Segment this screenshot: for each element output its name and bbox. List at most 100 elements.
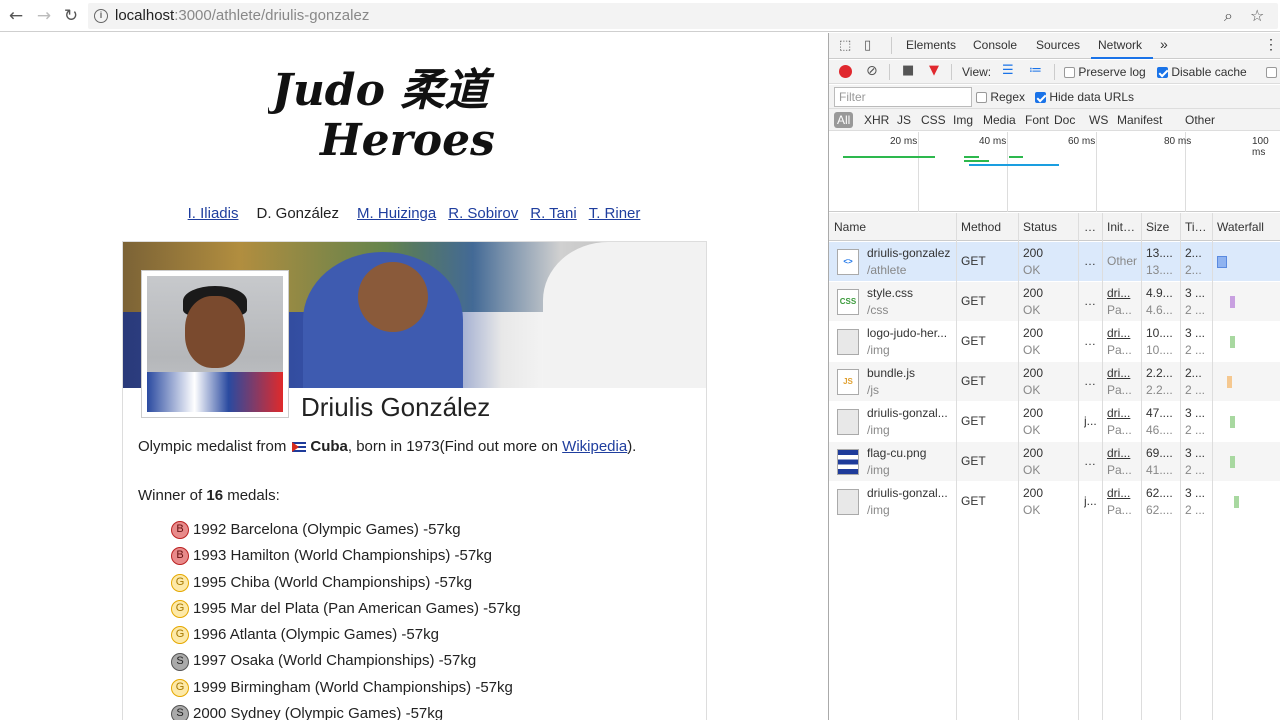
col-initiator[interactable]: Init… [1107,220,1135,234]
address-bar[interactable]: i localhost:3000/athlete/driulis-gonzale… [88,3,1278,29]
offline-toggle[interactable] [1266,65,1277,79]
tab-network[interactable]: Network [1098,38,1142,52]
large-rows-icon[interactable]: ☰ [1002,63,1014,78]
athlete-nav-link[interactable]: T. Riner [589,205,641,222]
overview-icon[interactable]: ≔ [1029,63,1042,78]
request-status: 200 [1023,286,1044,300]
reload-icon[interactable]: ↻ [61,6,81,26]
back-icon[interactable]: ← [6,6,26,26]
request-latency: 2 ... [1185,303,1206,317]
request-method: GET [961,414,986,428]
request-initiator[interactable]: dri... [1107,406,1139,420]
request-name: driulis-gonzal... [867,406,948,420]
request-method: GET [961,254,986,268]
medal-icon: G [171,678,189,697]
type-filter-xhr[interactable]: XHR [864,113,889,127]
col-method[interactable]: Method [961,220,1001,234]
svg-text:Heroes: Heroes [318,115,495,165]
inspect-element-icon[interactable]: ⬚ [839,38,851,53]
medal-icon: B [171,547,189,566]
request-time: 2... [1185,246,1202,260]
col-name[interactable]: Name [834,220,866,234]
request-status: 200 [1023,486,1044,500]
request-type: … [1084,454,1096,468]
bookmark-star-icon[interactable]: ☆ [1250,3,1264,29]
type-filter-img[interactable]: Img [953,113,973,127]
col-waterfall[interactable]: Waterfall [1217,220,1264,234]
zoom-icon[interactable]: ⌕ [1224,3,1233,29]
request-status: 200 [1023,246,1044,260]
athlete-nav-link[interactable]: R. Tani [530,205,576,222]
judo-heroes-logo: Judo 柔道 Heroes [268,65,495,165]
request-path: /athlete [867,263,907,277]
preserve-log-toggle[interactable]: Preserve log [1064,65,1146,79]
col-status[interactable]: Status [1023,220,1057,234]
request-status-text: OK [1023,343,1041,357]
tab-sources[interactable]: Sources [1036,38,1080,52]
request-initiator[interactable]: dri... [1107,486,1139,500]
request-status-text: OK [1023,423,1041,437]
medal-text: 1995 Chiba (World Championships) -57kg [193,573,473,591]
type-filter-css[interactable]: CSS [921,113,946,127]
type-filter-manifest[interactable]: Manifest [1117,113,1162,127]
request-type: … [1084,334,1096,348]
request-status-text: OK [1023,463,1041,477]
request-method: GET [961,334,986,348]
capture-screenshots-icon[interactable]: ■ [902,63,914,78]
site-info-icon[interactable]: i [94,9,108,23]
request-status-text: OK [1023,503,1041,517]
type-filter-all[interactable]: All [834,112,854,128]
hide-data-urls-toggle[interactable]: Hide data URLs [1035,90,1134,104]
filter-input[interactable]: Filter [834,87,972,107]
type-filter-js[interactable]: JS [897,113,911,127]
waterfall-bar [1230,336,1235,348]
request-path: /css [867,303,889,317]
type-filter-media[interactable]: Media [983,113,1016,127]
request-latency: 2... [1185,263,1202,277]
athlete-nav-link[interactable]: M. Huizinga [357,205,436,222]
medal-summary: Winner of 16 medals: [138,487,280,504]
disable-cache-toggle[interactable]: Disable cache [1157,65,1247,79]
clear-icon[interactable]: ⊘ [866,63,878,79]
request-initiator[interactable]: dri... [1107,446,1139,460]
wikipedia-link[interactable]: Wikipedia [562,438,627,455]
record-icon[interactable] [839,65,852,78]
request-path: /img [867,423,890,437]
request-latency: 2 ... [1185,463,1206,477]
filter-icon[interactable]: ▼ [929,63,939,78]
medal-text: 1993 Hamilton (World Championships) -57k… [193,547,493,565]
overview-tick: 60 ms [1068,136,1096,147]
request-initiator[interactable]: dri... [1107,286,1139,300]
athlete-nav-link: D. González [256,205,340,222]
athlete-nav-link[interactable]: R. Sobirov [448,205,518,222]
request-initiator[interactable]: dri... [1107,366,1139,380]
image-file-icon [837,489,859,515]
more-tabs-icon[interactable]: » [1160,36,1168,52]
devtools-menu-icon[interactable]: ⋮ [1264,36,1278,53]
athlete-nav-link[interactable]: I. Iliadis [188,205,239,222]
forward-icon[interactable]: → [34,6,54,26]
type-filter-font[interactable]: Font [1025,113,1049,127]
type-filter-ws[interactable]: WS [1089,113,1108,127]
type-filter-other[interactable]: Other [1185,113,1215,127]
request-method: GET [961,294,986,308]
athlete-portrait [141,270,289,418]
waterfall-bar [1230,296,1235,308]
medal-icon: S [171,652,189,671]
browser-toolbar: ← → ↻ i localhost:3000/athlete/driulis-g… [0,0,1280,32]
waterfall-bar [1227,376,1232,388]
request-path: /img [867,343,890,357]
device-toolbar-icon[interactable]: ▯ [864,38,871,53]
tab-console[interactable]: Console [973,38,1017,52]
medal-text: 1995 Mar del Plata (Pan American Games) … [193,599,521,617]
col-time[interactable]: Ti… [1185,220,1207,234]
col-type[interactable]: … [1084,220,1096,234]
request-initiator-sub: Pa... [1107,303,1132,317]
athlete-nav: I. Iliadis D. González M. Huizinga R. Sobir… [0,205,828,222]
tab-elements[interactable]: Elements [906,38,956,52]
type-filter-doc[interactable]: Doc [1054,113,1075,127]
athlete-bio: Olympic medalist from Cuba, born in 1973(… [138,438,637,455]
col-size[interactable]: Size [1146,220,1169,234]
regex-toggle[interactable]: Regex [976,90,1025,104]
request-initiator[interactable]: dri... [1107,326,1139,340]
